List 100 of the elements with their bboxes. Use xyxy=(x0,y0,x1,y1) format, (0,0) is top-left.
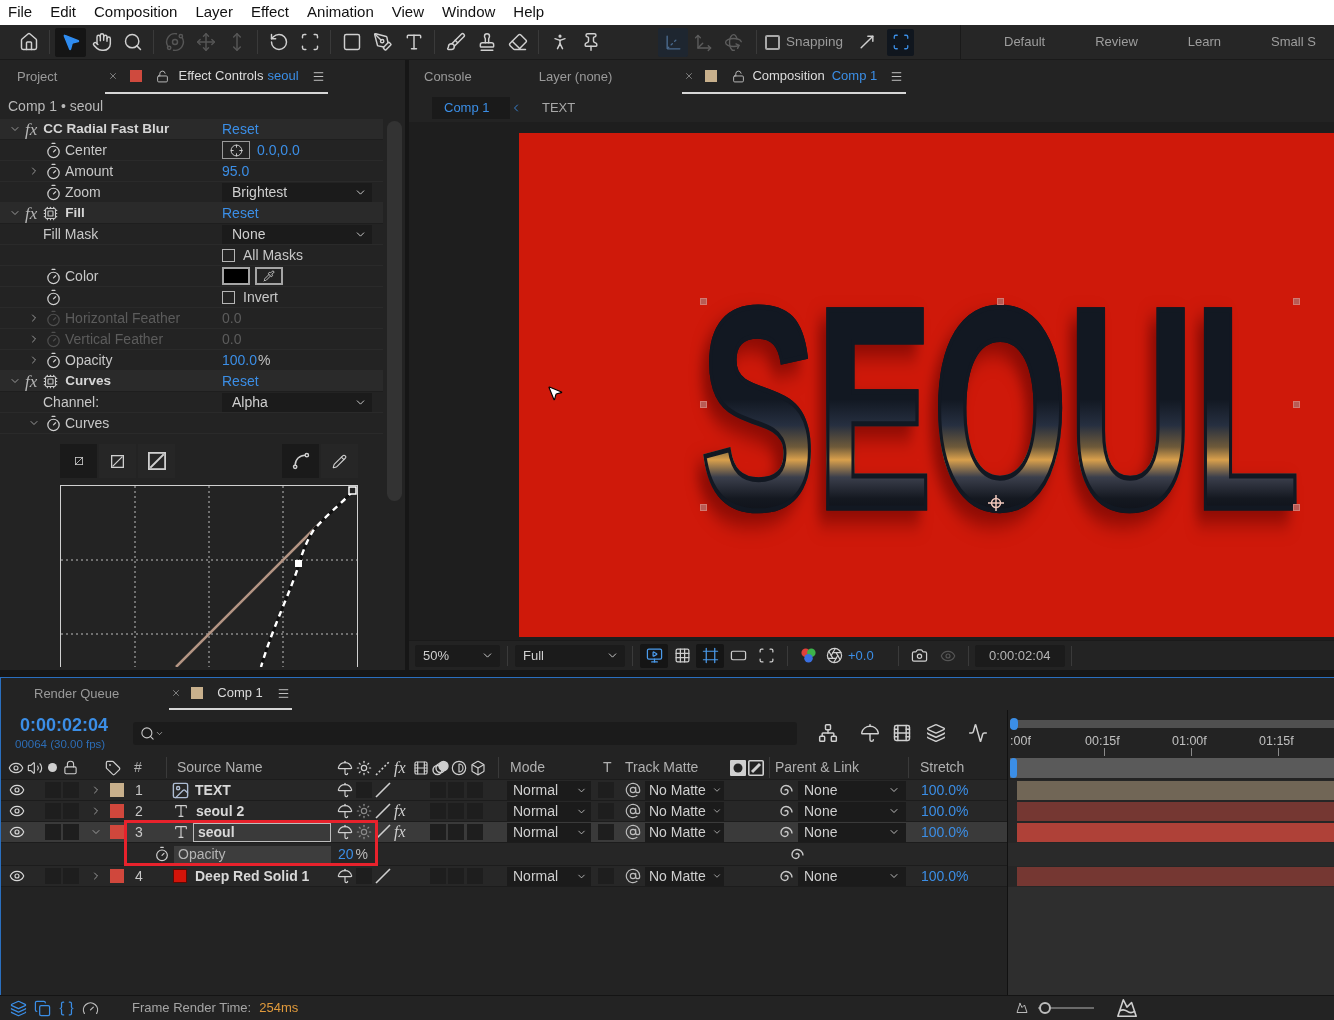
expand-toggle-button[interactable] xyxy=(887,28,915,56)
layer-name[interactable]: Deep Red Solid 1 xyxy=(195,865,310,887)
lock-toggle[interactable] xyxy=(63,824,79,840)
small-mountain-icon[interactable] xyxy=(1016,1002,1028,1014)
layer-name-field[interactable]: seoul xyxy=(193,822,331,842)
workspace-tab[interactable]: Review xyxy=(1095,32,1138,52)
panel-tab[interactable]: Console xyxy=(424,67,472,87)
label-color-icon[interactable] xyxy=(110,804,124,818)
transform-handle[interactable] xyxy=(700,401,707,408)
layer-row[interactable]: 2 seoul 2 fx Normal No Matte None 100.0% xyxy=(1,801,1007,822)
label-color-icon[interactable] xyxy=(110,869,124,883)
transform-handle[interactable] xyxy=(700,298,707,305)
layers-icon[interactable] xyxy=(10,999,27,1017)
menu-icon[interactable] xyxy=(890,69,904,83)
track-matte-dropdown[interactable]: No Matte xyxy=(645,822,724,842)
stretch-value[interactable]: 100.0% xyxy=(921,865,969,887)
current-time[interactable]: 0:00:02:04 xyxy=(20,715,133,734)
stopwatch-icon[interactable] xyxy=(45,351,62,369)
stopwatch-icon[interactable] xyxy=(45,288,62,306)
pulse-line-icon[interactable] xyxy=(968,723,988,743)
param-value[interactable]: 100.0 xyxy=(222,349,258,371)
solo-toggle[interactable] xyxy=(45,824,61,840)
workspace-tab[interactable]: Default xyxy=(1004,32,1046,52)
effect-controls-tab[interactable]: Effect Controls seoul xyxy=(105,60,328,94)
eye-icon[interactable] xyxy=(9,803,25,819)
zoom-slider[interactable] xyxy=(1038,1002,1094,1014)
label-color-icon[interactable] xyxy=(110,783,124,797)
flowchart-icon[interactable] xyxy=(818,723,838,743)
reset-link[interactable]: Reset xyxy=(222,370,259,392)
switch-box[interactable] xyxy=(430,824,446,840)
timeline-tab[interactable]: Comp 1 xyxy=(169,678,292,710)
navigator-handle-icon[interactable] xyxy=(1010,758,1017,778)
stretch-value[interactable]: 100.0% xyxy=(921,779,969,801)
umbrella-icon[interactable] xyxy=(337,824,353,840)
reset-link[interactable]: Reset xyxy=(222,202,259,224)
search-field[interactable] xyxy=(133,721,797,745)
param-dropdown[interactable]: Brightest xyxy=(222,182,372,202)
menu-item[interactable]: Window xyxy=(442,1,496,24)
effects-switch[interactable]: fx xyxy=(394,803,411,819)
lock-icon[interactable] xyxy=(732,69,746,83)
layer-row[interactable]: 3 seoul fx Normal No Matte None 100.0% xyxy=(1,822,1007,843)
point-value[interactable]: 0.0,0.0 xyxy=(257,139,300,161)
stopwatch-icon[interactable] xyxy=(154,846,170,862)
slider-thumb[interactable] xyxy=(1038,1002,1051,1014)
blend-mode-dropdown[interactable]: Normal xyxy=(507,780,591,800)
fast-preview-toggle[interactable] xyxy=(640,643,668,668)
label-color-icon[interactable] xyxy=(110,825,124,839)
reset-link[interactable]: Reset xyxy=(222,118,259,140)
menu-icon[interactable] xyxy=(311,69,325,83)
layers-icon[interactable] xyxy=(926,723,946,743)
effects-switch[interactable]: fx xyxy=(394,824,411,840)
property-value[interactable]: 20 xyxy=(338,846,354,862)
film-icon[interactable] xyxy=(892,723,912,743)
spiral-icon[interactable] xyxy=(777,782,793,798)
menu-item[interactable]: Help xyxy=(513,1,545,24)
eye-icon[interactable] xyxy=(9,782,25,798)
stopwatch-icon[interactable] xyxy=(45,162,62,180)
track-matte-dropdown[interactable]: No Matte xyxy=(645,780,724,800)
gauge-icon[interactable] xyxy=(82,999,99,1017)
eye-icon[interactable] xyxy=(9,824,25,840)
parent-dropdown[interactable]: None xyxy=(798,822,906,842)
eye-icon[interactable] xyxy=(9,868,25,884)
umbrella-icon[interactable] xyxy=(337,868,353,884)
umbrella-icon[interactable] xyxy=(337,803,353,819)
graph-size-button[interactable] xyxy=(60,444,97,478)
layer-row[interactable]: 1 TEXT Normal No Matte None 100.0% xyxy=(1,780,1007,801)
parent-dropdown[interactable]: None xyxy=(798,780,906,800)
menu-item[interactable]: Animation xyxy=(307,1,374,24)
stopwatch-icon[interactable] xyxy=(45,183,62,201)
at-sign-icon[interactable] xyxy=(625,868,641,884)
layer-row[interactable]: 4 Deep Red Solid 1 Normal No Matte None 100.0% xyxy=(1,866,1007,887)
track-matte-dropdown[interactable]: No Matte xyxy=(645,866,724,886)
mask-visibility-toggle[interactable] xyxy=(696,643,724,668)
checkbox[interactable] xyxy=(222,248,235,262)
transform-handle[interactable] xyxy=(997,298,1004,305)
menu-icon[interactable] xyxy=(276,686,290,700)
preserve-transparency-toggle[interactable] xyxy=(598,824,614,840)
track-matte-dropdown[interactable]: No Matte xyxy=(645,801,724,821)
column-header[interactable]: Parent & Link xyxy=(775,759,860,775)
blend-mode-dropdown[interactable]: Normal xyxy=(507,801,591,821)
sun-icon[interactable] xyxy=(356,824,372,840)
switch-box[interactable] xyxy=(467,824,483,840)
workspace-tab[interactable]: Learn xyxy=(1187,32,1222,52)
menu-item[interactable]: View xyxy=(391,1,424,24)
stopwatch-icon[interactable] xyxy=(45,267,62,285)
menu-item[interactable]: Edit xyxy=(50,1,77,24)
lock-icon[interactable] xyxy=(156,69,170,83)
transform-handle[interactable] xyxy=(1293,401,1300,408)
param-dropdown[interactable]: None xyxy=(222,224,372,244)
selection-tool-button[interactable] xyxy=(55,27,86,57)
control-point[interactable] xyxy=(348,486,357,495)
large-mountain-icon[interactable] xyxy=(1116,997,1138,1019)
panel-tab[interactable]: Layer (none) xyxy=(538,67,613,87)
close-icon[interactable] xyxy=(684,71,695,81)
stopwatch-icon[interactable] xyxy=(45,141,62,159)
transform-handle[interactable] xyxy=(1293,298,1300,305)
umbrella-icon[interactable] xyxy=(860,723,880,743)
column-header[interactable]: Mode xyxy=(510,759,546,775)
sun-icon[interactable] xyxy=(356,803,372,819)
magnification-dropdown[interactable]: 50% xyxy=(415,644,500,667)
